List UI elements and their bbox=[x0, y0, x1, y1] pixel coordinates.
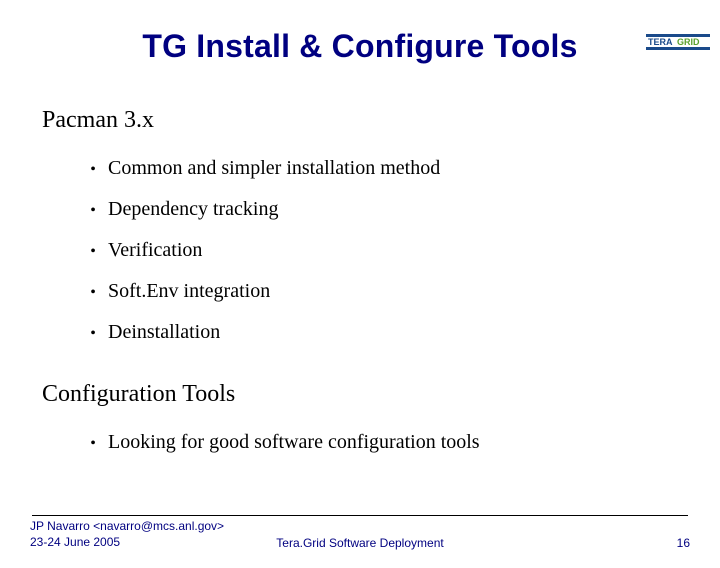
bullet-list-config: •Looking for good software configuration… bbox=[78, 422, 720, 463]
bullet-icon: • bbox=[78, 202, 108, 220]
bullet-icon: • bbox=[78, 243, 108, 261]
section-heading-pacman: Pacman 3.x bbox=[42, 107, 720, 134]
section-heading-config: Configuration Tools bbox=[42, 381, 720, 408]
svg-text:TERA: TERA bbox=[648, 37, 673, 47]
bullet-icon: • bbox=[78, 325, 108, 343]
list-item-text: Common and simpler installation method bbox=[108, 157, 440, 180]
list-item-text: Verification bbox=[108, 239, 202, 262]
bullet-icon: • bbox=[78, 284, 108, 302]
list-item-text: Deinstallation bbox=[108, 321, 220, 344]
list-item: •Deinstallation bbox=[78, 312, 720, 353]
footer-author: JP Navarro <navarro@mcs.anl.gov> bbox=[30, 518, 224, 534]
bullet-icon: • bbox=[78, 435, 108, 453]
list-item: •Verification bbox=[78, 230, 720, 271]
slide-title: TG Install & Configure Tools bbox=[0, 28, 720, 65]
list-item-text: Looking for good software configuration … bbox=[108, 431, 480, 454]
list-item: •Looking for good software configuration… bbox=[78, 422, 720, 463]
teragrid-logo: TERA GRID bbox=[646, 34, 710, 50]
list-item: •Soft.Env integration bbox=[78, 271, 720, 312]
list-item-text: Soft.Env integration bbox=[108, 280, 270, 303]
list-item: •Common and simpler installation method bbox=[78, 148, 720, 189]
list-item: •Dependency tracking bbox=[78, 189, 720, 230]
bullet-icon: • bbox=[78, 161, 108, 179]
footer-page-number: 16 bbox=[677, 536, 690, 550]
teragrid-logo-svg: TERA GRID bbox=[646, 34, 710, 50]
list-item-text: Dependency tracking bbox=[108, 198, 278, 221]
footer-divider bbox=[32, 515, 688, 516]
bullet-list-pacman: •Common and simpler installation method … bbox=[78, 148, 720, 353]
slide-footer: JP Navarro <navarro@mcs.anl.gov> 23-24 J… bbox=[30, 515, 690, 550]
svg-text:GRID: GRID bbox=[677, 37, 700, 47]
footer-date: 23-24 June 2005 bbox=[30, 534, 224, 550]
footer-author-block: JP Navarro <navarro@mcs.anl.gov> 23-24 J… bbox=[30, 518, 224, 550]
